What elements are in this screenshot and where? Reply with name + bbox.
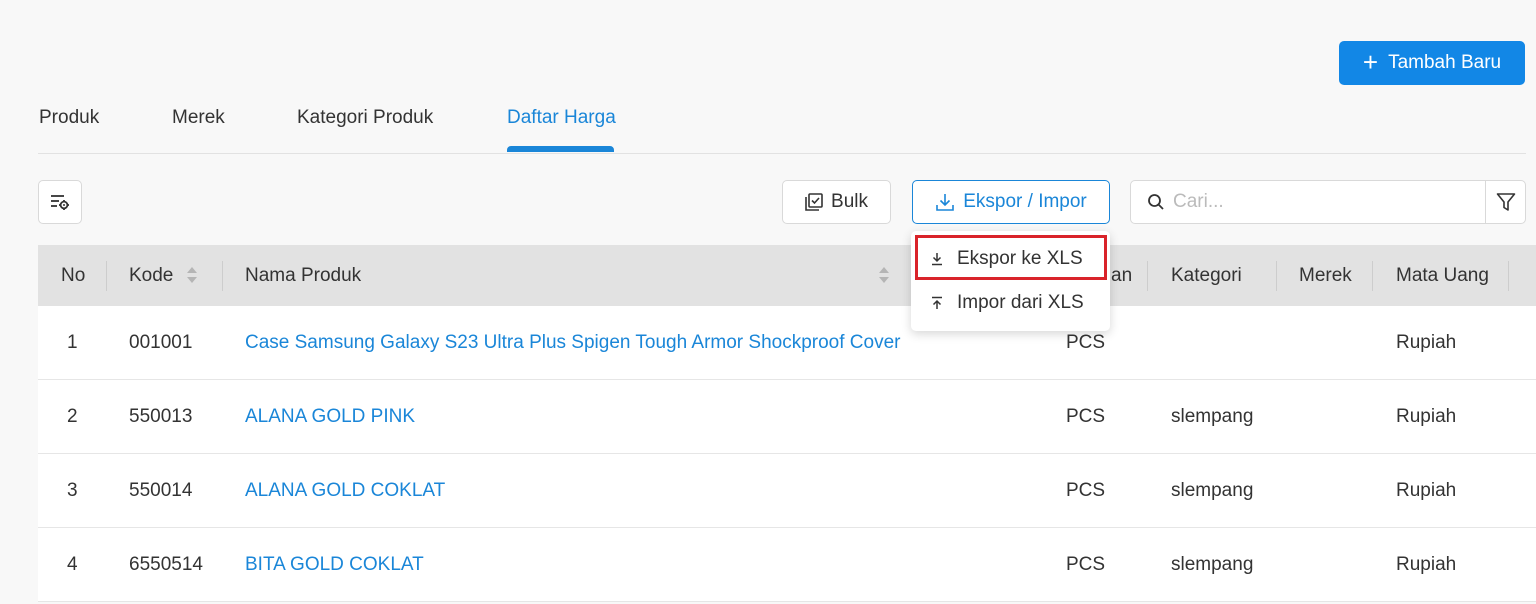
column-divider <box>1276 261 1277 291</box>
tab-bar: Produk Merek Kategori Produk Daftar Harg… <box>38 0 1526 154</box>
sort-icon[interactable] <box>186 265 198 285</box>
cell-kategori: slempang <box>1171 554 1254 575</box>
upload-icon <box>932 296 942 309</box>
column-divider <box>1508 261 1509 291</box>
table-header: No Kode Nama Produk an Kategori Merek Ma… <box>38 245 1536 306</box>
tab-daftar-harga[interactable]: Daftar Harga <box>507 107 616 129</box>
cell-no: 3 <box>67 480 78 501</box>
product-name-link[interactable]: ALANA GOLD PINK <box>245 380 415 454</box>
product-name-link[interactable]: Case Samsung Galaxy S23 Ultra Plus Spige… <box>245 306 900 380</box>
active-tab-indicator <box>507 146 614 152</box>
column-divider <box>1372 261 1373 291</box>
product-name-link[interactable]: BITA GOLD COKLAT <box>245 528 424 602</box>
column-divider <box>222 261 223 291</box>
cell-kode: 001001 <box>129 332 193 353</box>
cell-mata-uang: Rupiah <box>1396 554 1457 575</box>
cell-mata-uang: Rupiah <box>1396 406 1457 427</box>
export-import-button[interactable]: Ekspor / Impor <box>912 180 1110 224</box>
sort-icon[interactable] <box>878 265 890 285</box>
menu-item-import-label: Impor dari XLS <box>957 292 1084 313</box>
export-import-label: Ekspor / Impor <box>963 191 1087 212</box>
cell-no: 1 <box>67 332 78 353</box>
column-header-merek: Merek <box>1299 264 1352 286</box>
tab-kategori-produk[interactable]: Kategori Produk <box>297 107 433 129</box>
cell-mata-uang: Rupiah <box>1396 480 1457 501</box>
search-icon <box>1148 194 1164 210</box>
search-box <box>1130 180 1486 224</box>
bulk-button[interactable]: Bulk <box>782 180 891 224</box>
menu-item-export-xls[interactable]: Ekspor ke XLS <box>911 237 1110 281</box>
checkbox-stack-icon <box>805 193 823 211</box>
column-settings-icon <box>51 195 69 210</box>
cell-satuan: PCS <box>1066 480 1106 501</box>
column-header-kategori: Kategori <box>1171 264 1242 286</box>
cell-mata-uang: Rupiah <box>1396 332 1457 353</box>
menu-item-import-xls[interactable]: Impor dari XLS <box>911 281 1110 325</box>
cell-satuan: PCS <box>1066 554 1106 575</box>
tab-merek[interactable]: Merek <box>172 107 225 129</box>
table-row: 4 6550514 BITA GOLD COKLAT PCS slempang … <box>38 528 1536 602</box>
column-header-mata-uang: Mata Uang <box>1396 264 1489 286</box>
column-divider <box>106 261 107 291</box>
column-header-satuan: an <box>1111 264 1133 286</box>
table-row: 1 001001 Case Samsung Galaxy S23 Ultra P… <box>38 306 1536 380</box>
price-list-table: No Kode Nama Produk an Kategori Merek Ma… <box>38 245 1536 604</box>
table-row: 2 550013 ALANA GOLD PINK PCS slempang Ru… <box>38 380 1536 454</box>
cell-kategori: slempang <box>1171 406 1254 427</box>
filter-icon <box>1496 193 1515 211</box>
product-name-link[interactable]: ALANA GOLD COKLAT <box>245 454 445 528</box>
search-input[interactable] <box>1173 191 1463 213</box>
cell-kategori: slempang <box>1171 480 1254 501</box>
filter-button[interactable] <box>1485 180 1526 224</box>
column-header-no: No <box>61 264 86 286</box>
bulk-label: Bulk <box>831 191 868 212</box>
cell-kode: 550014 <box>129 480 193 501</box>
cell-kode: 6550514 <box>129 554 203 575</box>
column-header-kode[interactable]: Kode <box>129 245 173 306</box>
export-import-dropdown: Ekspor ke XLS Impor dari XLS <box>911 231 1110 331</box>
column-header-nama-produk[interactable]: Nama Produk <box>245 245 361 306</box>
menu-item-export-label: Ekspor ke XLS <box>957 248 1083 269</box>
cell-no: 4 <box>67 554 78 575</box>
tab-produk[interactable]: Produk <box>39 107 99 129</box>
column-divider <box>1147 261 1148 291</box>
cell-kode: 550013 <box>129 406 193 427</box>
cell-no: 2 <box>67 406 78 427</box>
table-row: 3 550014 ALANA GOLD COKLAT PCS slempang … <box>38 454 1536 528</box>
cell-satuan: PCS <box>1066 406 1106 427</box>
download-icon <box>932 253 942 266</box>
column-settings-button[interactable] <box>38 180 82 224</box>
download-icon <box>936 194 955 211</box>
